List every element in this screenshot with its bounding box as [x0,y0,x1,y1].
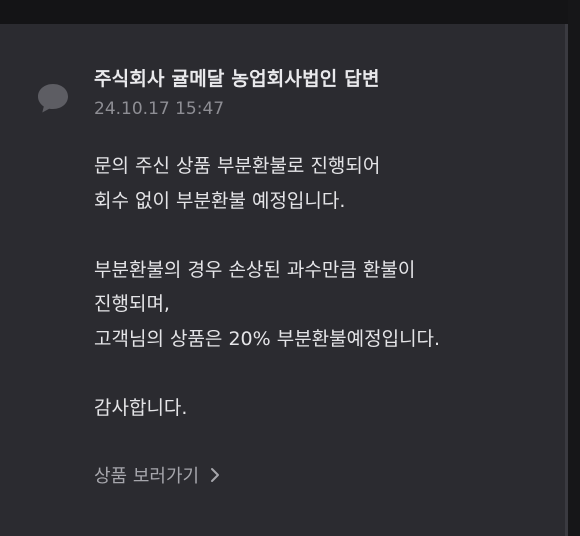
view-product-label: 상품 보러가기 [94,466,200,487]
speech-bubble-icon [38,84,68,113]
reply-line: 고객님의 상품은 20% 부분환불예정입니다. [94,327,441,350]
reply-header: 주식회사 귤메달 농업회사법인 답변 24.10.17 15:47 [94,64,380,119]
view-product-link[interactable]: 상품 보러가기 [94,462,221,488]
chevron-right-icon [211,468,220,482]
top-strip [0,0,580,24]
reply-line: 회수 없이 부분환불 예정입니다. [94,189,346,212]
seller-reply-card: 주식회사 귤메달 농업회사법인 답변 24.10.17 15:47 문의 주신 … [0,24,565,536]
reply-line: 진행되며, [94,293,170,315]
reply-line-blank [94,356,544,391]
reply-author: 주식회사 귤메달 농업회사법인 답변 [94,68,380,90]
reply-line: 부분환불의 경우 손상된 과수만큼 환불이 [94,258,416,281]
reply-body: 문의 주신 상품 부분환불로 진행되어 회수 없이 부분환불 예정입니다. 부분… [94,149,544,425]
reply-line: 감사합니다. [94,396,188,419]
reply-line: 문의 주신 상품 부분환불로 진행되어 [94,155,381,177]
frame-edge [568,0,580,536]
reply-timestamp: 24.10.17 15:47 [94,99,225,119]
reply-line-blank [94,218,544,253]
